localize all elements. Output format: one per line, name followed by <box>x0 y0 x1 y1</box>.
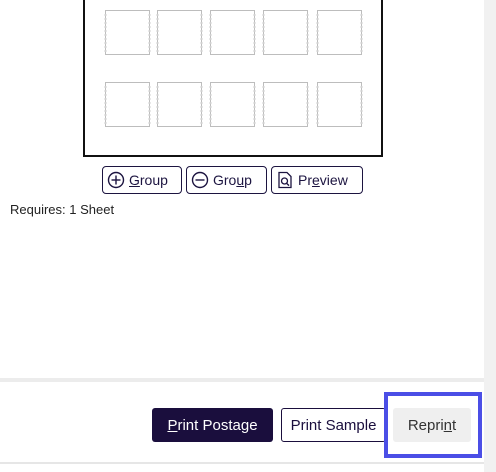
plus-circle-icon <box>107 171 125 189</box>
print-sample-button[interactable]: Print Sample <box>281 408 386 442</box>
preview-label: Preview <box>298 172 348 188</box>
footer-divider <box>0 378 484 382</box>
stamp-slot <box>156 82 203 127</box>
print-postage-button[interactable]: Print Postage <box>152 408 273 442</box>
stamp-slot <box>104 10 151 55</box>
remove-group-label: Group <box>213 172 252 188</box>
stamp-slot <box>316 82 363 127</box>
requires-value: 1 Sheet <box>69 202 115 217</box>
stamp-slot <box>209 82 256 127</box>
remove-group-button[interactable]: Group <box>186 166 267 194</box>
stamp-slot <box>316 10 363 55</box>
sheet-requirement: Requires: 1 Sheet <box>10 202 114 217</box>
preview-button[interactable]: Preview <box>271 166 363 194</box>
requires-label: Requires: <box>10 202 66 217</box>
preview-page-icon <box>276 171 294 189</box>
scrollbar-track[interactable] <box>484 0 496 472</box>
stamp-slot <box>262 82 309 127</box>
minus-circle-icon <box>191 171 209 189</box>
bottom-divider <box>0 462 484 464</box>
stamp-slot <box>209 10 256 55</box>
add-group-label: Group <box>129 172 168 188</box>
stamp-slot <box>156 10 203 55</box>
reprint-button[interactable]: Reprint <box>393 408 471 442</box>
stamp-sheet-preview <box>83 0 383 157</box>
add-group-button[interactable]: Group <box>102 166 182 194</box>
stamp-slot <box>262 10 309 55</box>
stamp-slot <box>104 82 151 127</box>
